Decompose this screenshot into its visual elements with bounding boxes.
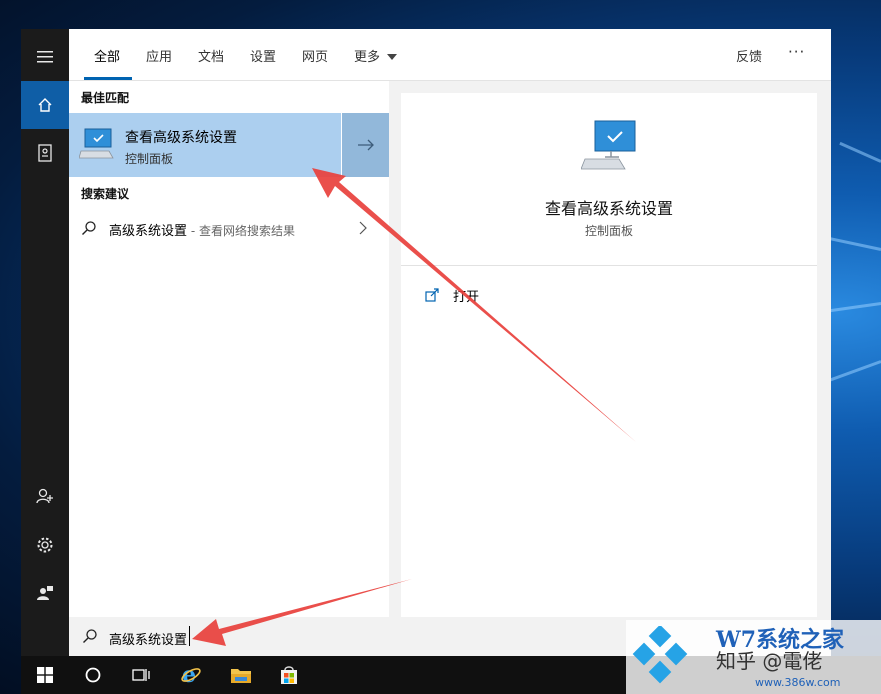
- home-icon: [38, 98, 52, 112]
- hamburger-icon: [37, 51, 53, 63]
- account-button[interactable]: [21, 472, 69, 520]
- tab-documents[interactable]: 文档: [198, 46, 224, 65]
- suggestions-heading: 搜索建议: [81, 187, 130, 201]
- tab-web[interactable]: 网页: [302, 46, 328, 65]
- cortana-circle-icon: [85, 667, 101, 683]
- tab-all[interactable]: 全部: [94, 46, 120, 65]
- start-button[interactable]: [21, 656, 69, 694]
- search-results-panel: 全部 应用 文档 设置 网页 更多 反馈 ··· 最佳匹配 查看高级系统设置 控…: [69, 29, 831, 617]
- add-user-icon: [36, 488, 53, 504]
- arrow-right-icon: [357, 139, 374, 151]
- store-bag-icon: [281, 666, 297, 684]
- search-input[interactable]: 高级系统设置: [109, 629, 187, 648]
- tab-more-label: 更多: [354, 50, 381, 65]
- notebook-button[interactable]: [21, 129, 69, 177]
- chevron-right-icon: [359, 221, 367, 235]
- suggestion-query: 高级系统设置 - 查看网络搜索结果: [109, 220, 295, 239]
- results-list: 最佳匹配 查看高级系统设置 控制面板 搜索建议 高级系统设置 - 查看网络搜索结…: [69, 81, 389, 617]
- hamburger-menu-button[interactable]: [21, 33, 69, 81]
- watermark-author: 知乎 @電佬: [716, 649, 823, 673]
- expand-preview-button[interactable]: [341, 113, 389, 177]
- windows-logo-icon: [37, 667, 53, 683]
- preview-title: 查看高级系统设置: [544, 199, 673, 218]
- store-button[interactable]: [265, 656, 313, 694]
- open-label: 打开: [453, 289, 480, 305]
- active-tab-indicator: [84, 77, 132, 80]
- search-icon: [82, 221, 96, 235]
- feedback-hub-button[interactable]: [21, 569, 69, 617]
- suggestion-query-text: 高级系统设置: [109, 224, 188, 239]
- watermark-url: www.386w.com: [755, 676, 841, 689]
- preview-subtitle: 控制面板: [584, 224, 633, 238]
- windows-diamond-logo: [632, 626, 688, 684]
- notebook-icon: [38, 144, 52, 162]
- tab-apps[interactable]: 应用: [146, 46, 172, 65]
- best-match-heading: 最佳匹配: [81, 91, 130, 105]
- preview-divider: [401, 265, 817, 266]
- suggestion-hint: - 查看网络搜索结果: [187, 224, 295, 238]
- tab-settings[interactable]: 设置: [250, 46, 276, 65]
- open-icon: [425, 288, 439, 302]
- filter-tab-bar: 全部 应用 文档 设置 网页 更多 反馈 ···: [69, 29, 831, 81]
- computer-monitor-icon: [79, 128, 114, 159]
- computer-monitor-icon: [581, 120, 636, 170]
- tab-more[interactable]: 更多: [354, 46, 398, 65]
- feedback-link[interactable]: 反馈: [736, 46, 762, 65]
- best-match-title: 查看高级系统设置: [125, 130, 237, 146]
- start-menu-rail: [21, 29, 69, 656]
- cortana-button[interactable]: [69, 656, 117, 694]
- web-suggestion-item[interactable]: 高级系统设置 - 查看网络搜索结果: [69, 213, 389, 243]
- edge-browser-button[interactable]: e: [167, 656, 215, 694]
- settings-button[interactable]: [21, 521, 69, 569]
- more-options-button[interactable]: ···: [788, 43, 805, 61]
- search-icon: [83, 629, 97, 643]
- preview-pane: 查看高级系统设置 控制面板 打开: [401, 93, 817, 617]
- folder-icon: [231, 669, 251, 683]
- chevron-down-icon: [387, 54, 398, 60]
- text-caret: [189, 626, 190, 646]
- task-view-icon: [132, 669, 150, 681]
- wallpaper-ray: [839, 141, 881, 163]
- home-button[interactable]: [21, 81, 69, 129]
- best-match-subtitle: 控制面板: [125, 152, 174, 166]
- file-explorer-button[interactable]: [217, 656, 265, 694]
- wallpaper-ray: [828, 360, 881, 382]
- internet-explorer-icon: e: [181, 664, 201, 686]
- person-feedback-icon: [37, 586, 53, 600]
- best-match-item[interactable]: 查看高级系统设置 控制面板: [69, 113, 341, 177]
- open-action[interactable]: 打开: [425, 285, 479, 305]
- task-view-button[interactable]: [117, 656, 165, 694]
- gear-icon: [37, 537, 53, 553]
